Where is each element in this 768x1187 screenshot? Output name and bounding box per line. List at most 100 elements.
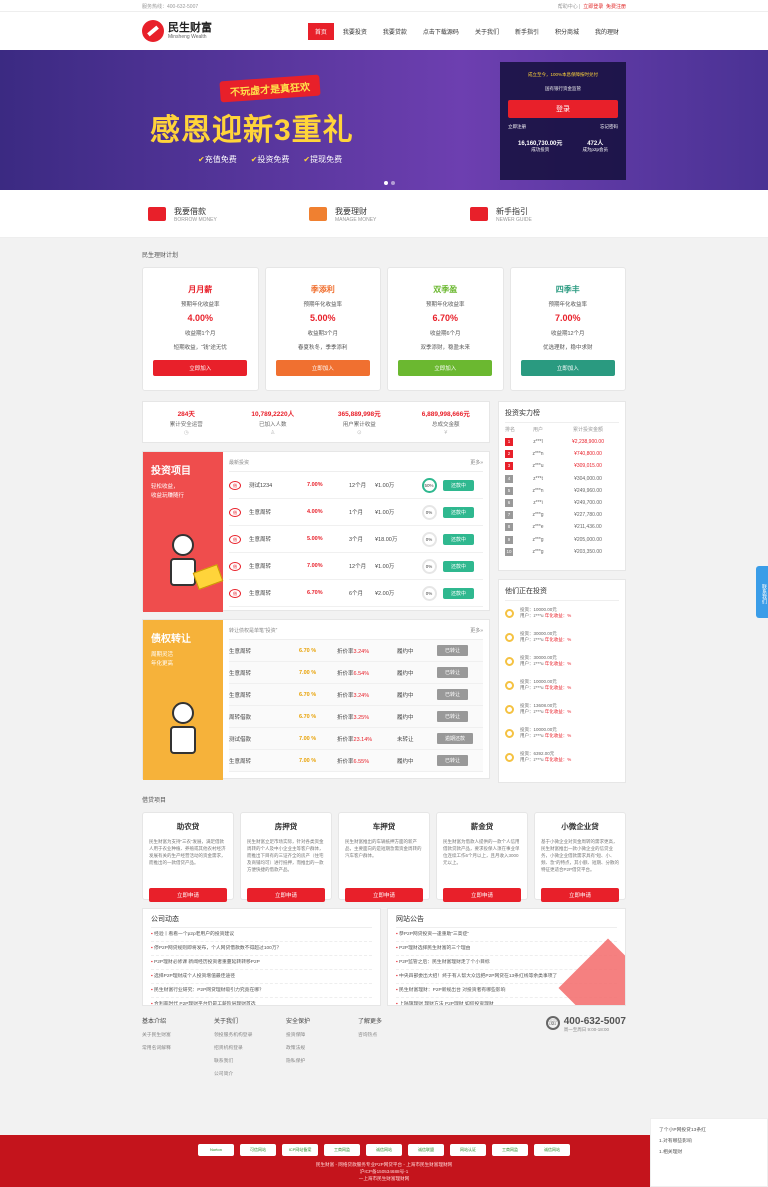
invest-more-link[interactable]: 更多» (470, 459, 483, 466)
stat-member-value: 472人 (587, 141, 604, 147)
transfer-button[interactable]: 逾期还款 (437, 733, 474, 744)
trust-badge[interactable]: Norton (198, 1144, 234, 1156)
nav-my[interactable]: 我的理财 (588, 23, 626, 40)
trust-badge[interactable]: ICP网站备案 (282, 1144, 318, 1156)
footer-link[interactable]: 联系我们 (214, 1057, 286, 1064)
live-item: 投资：10000.00元 用户：z***u 年化收益：% (505, 601, 619, 625)
carousel-dot[interactable] (384, 181, 388, 185)
footer-link[interactable]: 公司简介 (214, 1070, 286, 1077)
chat-popup[interactable]: 了个小P网投贷13条红 1.对有哪些影响 1.相关理财 (650, 1118, 768, 1187)
transfer-more-link[interactable]: 更多» (470, 627, 483, 634)
apply-button[interactable]: 立即申请 (443, 888, 521, 902)
invest-row[interactable]: 借 生意周转 5.00% 3个月 ¥18.00万 0% 还款中 (229, 526, 483, 553)
apply-button[interactable]: 立即申请 (541, 888, 619, 902)
news-item[interactable]: 选择P2P理财成个人投资增值最佳途径 (151, 970, 372, 984)
quick-link-1[interactable]: 我要理财 MANAGE MONEY (303, 206, 464, 223)
forgot-password-link[interactable]: 忘记密码 (600, 124, 618, 130)
transfer-row[interactable]: 生意周转 7.00 % 折价率6.54% 履约中 已转让 (229, 662, 483, 684)
invest-table-title: 最新投资 (229, 460, 250, 466)
repaying-button[interactable]: 还款中 (443, 587, 475, 599)
discount-value: 6.55% (353, 758, 370, 765)
quick-link-2[interactable]: 新手指引 NEWER GUIDE (464, 206, 625, 223)
nav-about[interactable]: 关于我们 (468, 23, 506, 40)
trust-badge[interactable]: 网站认证 (450, 1144, 486, 1156)
transfer-row[interactable]: 测试借款 7.00 % 折价率23.14% 未转让 逾期还款 (229, 728, 483, 750)
nav-loan[interactable]: 我要贷款 (376, 23, 414, 40)
carousel-dots[interactable] (384, 181, 395, 185)
trust-badge[interactable]: 诚信网站 (366, 1144, 402, 1156)
nav-home[interactable]: 首页 (307, 22, 334, 40)
invest-row[interactable]: 借 生意周转 6.70% 6个月 ¥2.00万 0% 还款中 (229, 580, 483, 607)
footer-link[interactable]: 关于民生财富 (142, 1031, 214, 1038)
transfer-row[interactable]: 周转借款 6.70 % 折价率3.25% 履约中 已转让 (229, 706, 483, 728)
trust-badge[interactable]: 可信网站 (240, 1144, 276, 1156)
transfer-row[interactable]: 生意周转 7.00 % 折价率6.55% 履约中 已转让 (229, 750, 483, 772)
nav-invest[interactable]: 我要投资 (336, 23, 374, 40)
notice-item[interactable]: 恭P2P网贷投资一逢重助“三高症” (396, 928, 617, 942)
apply-button[interactable]: 立即申请 (345, 888, 423, 902)
news-item[interactable]: 经验丨看看一个p2p老用户的投资建议 (151, 928, 372, 942)
join-button[interactable]: 立即加入 (520, 360, 615, 376)
transfer-side-banner[interactable]: 债权转让 周期灵活 年化更高 (143, 620, 223, 780)
register-link[interactable]: 立即注册 (508, 124, 526, 130)
news-item[interactable]: 合利率时代 P2P理财平台仍是工薪阶层理财首选 (151, 998, 372, 1005)
logo[interactable]: 民生财富 Minsheng Wealth (142, 20, 267, 42)
trust-badge[interactable]: 诚信联盟 (408, 1144, 444, 1156)
apply-button[interactable]: 立即申请 (247, 888, 325, 902)
transfer-button[interactable]: 已转让 (437, 755, 469, 766)
quick-link-title: 我要借款 (174, 206, 206, 216)
join-button[interactable]: 立即加入 (153, 360, 248, 376)
repaying-button[interactable]: 还款中 (443, 560, 475, 572)
trust-badge[interactable]: 诚信网站 (534, 1144, 570, 1156)
quick-link-0[interactable]: 我要借款 BORROW MONEY (142, 206, 303, 223)
footer-link[interactable]: 领投服务机构登录 (214, 1031, 286, 1038)
invest-sub: 收益玩赚随行 (151, 493, 185, 499)
footer-link[interactable]: 咨询热点 (358, 1031, 430, 1038)
invest-side-banner[interactable]: 投资项目 轻松收益， 收益玩赚随行 (143, 452, 224, 612)
banner-title: 感恩迎新3重礼 (150, 114, 354, 147)
trust-badge[interactable]: 工商网监 (324, 1144, 360, 1156)
header: 民生财富 Minsheng Wealth 首页 我要投资 我要贷款 点击下载源码… (0, 12, 768, 50)
footer-link[interactable]: 投资保障 (286, 1031, 358, 1038)
invest-row[interactable]: 借 生意周转 4.00% 1个月 ¥1.00万 0% 还款中 (229, 499, 483, 526)
apply-button[interactable]: 立即申请 (149, 888, 227, 902)
footer-link[interactable]: 常用名词解释 (142, 1044, 214, 1051)
transfer-row[interactable]: 生意周转 6.70 % 折价率3.24% 履约中 已转让 (229, 640, 483, 662)
news-item[interactable]: P2P理财必修课 新闻经历投资者重蔓延转转移P2P (151, 956, 372, 970)
news-item[interactable]: 停P2P网贷规则即将发布，个人网贷借款数不得超过100万？ (151, 942, 372, 956)
trust-badge[interactable]: 工商网监 (492, 1144, 528, 1156)
transfer-button[interactable]: 已转让 (437, 711, 469, 722)
footer-link[interactable]: 隐私保护 (286, 1057, 358, 1064)
transfer-row[interactable]: 生意周转 6.70 % 折价率3.24% 履约中 已转让 (229, 684, 483, 706)
join-button[interactable]: 立即加入 (275, 360, 370, 376)
invest-row[interactable]: 借 测试1234 7.00% 12个月 ¥1.00万 50% 还款中 (229, 472, 483, 499)
footer-link[interactable]: 招贤机构登录 (214, 1044, 286, 1051)
notice-item[interactable]: P2P理财选择民生财富的三个理由 (396, 942, 617, 956)
join-button[interactable]: 立即加入 (398, 360, 493, 376)
repaying-button[interactable]: 还款中 (443, 506, 475, 518)
help-link[interactable]: 帮助中心 (558, 4, 578, 10)
transfer-button[interactable]: 已转让 (437, 645, 469, 656)
footer-link[interactable]: 政策法规 (286, 1044, 358, 1051)
rank-amount: ¥2,238,900.00 (572, 439, 604, 446)
transfer-discount: 折价率6.54% (337, 669, 397, 677)
transfer-button[interactable]: 已转让 (437, 667, 469, 678)
nav-guide[interactable]: 新手指引 (508, 23, 546, 40)
loan-tag: 借 (229, 588, 249, 598)
login-link[interactable]: 立即登录 (583, 4, 603, 10)
progress-value: 0% (421, 558, 437, 574)
news-item[interactable]: 民生财富行业研究：P2P网贷理财吸引力究竟在哪？ (151, 984, 372, 998)
nav-mall[interactable]: 积分商城 (548, 23, 586, 40)
nav-download[interactable]: 点击下载源码 (416, 23, 466, 40)
live-user-name: 用户：z***u (520, 733, 545, 738)
invest-row[interactable]: 借 生意周转 7.00% 12个月 ¥1.00万 0% 还款中 (229, 553, 483, 580)
hero-banner[interactable]: 不玩虚才是真狂欢 感恩迎新3重礼 充值免费 投资免费 提现免费 成立至今，100… (0, 50, 768, 190)
repaying-button[interactable]: 还款中 (443, 533, 475, 545)
carousel-dot[interactable] (391, 181, 395, 185)
transfer-button[interactable]: 已转让 (437, 689, 469, 700)
register-link[interactable]: 免费注册 (606, 4, 626, 10)
pin-icon (470, 207, 488, 221)
login-button[interactable]: 登录 (508, 100, 618, 118)
repaying-button[interactable]: 还款中 (443, 479, 475, 491)
contact-float-button[interactable]: 联系我们 (756, 566, 768, 618)
